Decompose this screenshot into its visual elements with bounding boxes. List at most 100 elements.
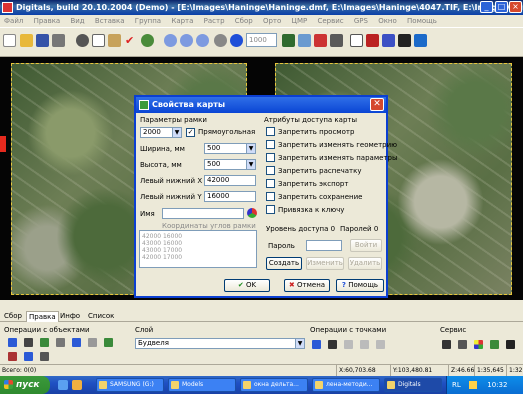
delete-object-icon[interactable] — [8, 352, 17, 361]
minimize-button[interactable]: _ — [480, 1, 493, 13]
menu-group[interactable]: Группа — [131, 15, 165, 27]
copy-icon[interactable] — [92, 34, 105, 47]
help-button[interactable]: ? Помощь — [336, 279, 384, 292]
delete-icon[interactable]: ✔ — [125, 34, 138, 47]
menu-view[interactable]: Вид — [66, 15, 88, 27]
layer-select[interactable]: Будвеля ▼ — [135, 338, 305, 349]
deny-export-checkbox[interactable] — [266, 179, 275, 188]
ok-button[interactable]: ✔ OK — [224, 279, 270, 292]
task-models[interactable]: Models — [168, 378, 236, 392]
lower-left-y-input[interactable]: 16000 — [204, 191, 256, 202]
raster-icon[interactable] — [366, 34, 379, 47]
menu-help[interactable]: Помощь — [403, 15, 441, 27]
new-file-icon[interactable] — [3, 34, 16, 47]
menu-edit[interactable]: Правка — [30, 15, 65, 27]
deny-save-checkbox[interactable] — [266, 192, 275, 201]
quick-launch-icon[interactable] — [58, 380, 68, 390]
undo-icon[interactable] — [141, 34, 154, 47]
merge-icon[interactable] — [104, 338, 113, 347]
cut-icon[interactable] — [76, 34, 89, 47]
transform-icon[interactable] — [382, 34, 395, 47]
tab-info[interactable]: Инфо — [58, 311, 82, 322]
point-xy-icon[interactable] — [360, 340, 369, 349]
task-digitals[interactable]: Digitals — [384, 378, 442, 392]
copy-object-icon[interactable] — [56, 338, 65, 347]
tab-edit[interactable]: Правка — [26, 311, 59, 322]
login-button[interactable]: Войти — [350, 239, 382, 252]
select-icon[interactable] — [350, 34, 363, 47]
menu-file[interactable]: Файл — [0, 15, 27, 27]
chevron-down-icon[interactable]: ▼ — [246, 144, 255, 153]
settings-icon[interactable] — [442, 340, 451, 349]
grid-icon[interactable] — [330, 34, 343, 47]
tab-collect[interactable]: Сбор — [2, 311, 24, 322]
print-icon[interactable] — [52, 34, 65, 47]
menu-gps[interactable]: GPS — [350, 15, 372, 27]
tab-list[interactable]: Список — [86, 311, 116, 322]
corners-list[interactable]: 42000 16000 43000 16000 43000 17000 4200… — [139, 230, 257, 268]
info-icon[interactable] — [230, 34, 243, 47]
rectangular-checkbox[interactable]: ✓ — [186, 128, 195, 137]
lower-left-x-input[interactable]: 42000 — [204, 175, 256, 186]
menu-ortho[interactable]: Орто — [259, 15, 285, 27]
tools-icon[interactable] — [506, 340, 515, 349]
menu-raster[interactable]: Растр — [200, 15, 229, 27]
layers-icon[interactable] — [282, 34, 295, 47]
deny-print-checkbox[interactable] — [266, 166, 275, 175]
color-icon[interactable] — [474, 340, 483, 349]
chevron-down-icon[interactable]: ▼ — [172, 128, 181, 137]
tray-icon[interactable] — [469, 381, 477, 389]
offset-icon[interactable] — [40, 352, 49, 361]
cancel-button[interactable]: ✖ Отмена — [284, 279, 330, 292]
task-lena[interactable]: лена-методи... — [312, 378, 380, 392]
menu-window[interactable]: Окно — [374, 15, 401, 27]
task-windows-delta[interactable]: окна дельта... — [240, 378, 308, 392]
create-button[interactable]: Создать — [266, 257, 302, 270]
move-icon[interactable] — [8, 338, 17, 347]
align-icon[interactable] — [24, 352, 33, 361]
curve-icon[interactable] — [398, 34, 411, 47]
dialog-title-bar[interactable]: Свойства карты — [136, 97, 386, 113]
window-title-bar[interactable]: Digitals, build 20.10.2004 (Demo) - [E:\… — [0, 0, 523, 15]
deny-view-checkbox[interactable] — [266, 127, 275, 136]
layers-panel-icon[interactable] — [458, 340, 467, 349]
password-input[interactable] — [306, 240, 342, 251]
close-button[interactable]: × — [509, 1, 522, 13]
width-select[interactable]: 500 ▼ — [204, 143, 256, 154]
point-z-icon[interactable] — [376, 340, 385, 349]
chevron-down-icon[interactable]: ▼ — [246, 160, 255, 169]
dialog-close-button[interactable]: ✕ — [370, 98, 384, 111]
delete-button[interactable]: Удалить — [348, 257, 382, 270]
open-folder-icon[interactable] — [20, 34, 33, 47]
key-binding-checkbox[interactable] — [266, 205, 275, 214]
zoom-window-icon[interactable] — [180, 34, 193, 47]
properties-icon[interactable] — [314, 34, 327, 47]
save-icon[interactable] — [36, 34, 49, 47]
table-icon[interactable] — [298, 34, 311, 47]
chevron-down-icon[interactable]: ▼ — [295, 339, 304, 348]
scale-object-icon[interactable] — [88, 338, 97, 347]
rotate-icon[interactable] — [40, 338, 49, 347]
frame-scale-select[interactable]: 2000 ▼ — [140, 127, 182, 138]
menu-collect[interactable]: Сбор — [231, 15, 257, 27]
pan-icon[interactable] — [214, 34, 227, 47]
app-icon[interactable] — [2, 2, 13, 13]
clock[interactable]: 10:32 — [479, 381, 507, 389]
height-select[interactable]: 500 ▼ — [204, 159, 256, 170]
menu-dem[interactable]: ЦМР — [288, 15, 312, 27]
language-indicator[interactable]: RL — [447, 381, 461, 389]
point-move-icon[interactable] — [312, 340, 321, 349]
mirror-icon[interactable] — [72, 338, 81, 347]
menu-insert[interactable]: Вставка — [91, 15, 129, 27]
palette-icon[interactable] — [247, 208, 257, 218]
split-icon[interactable] — [24, 338, 33, 347]
name-input[interactable] — [162, 208, 244, 219]
measure-icon[interactable] — [414, 34, 427, 47]
task-samsung[interactable]: SAMSUNG (G:) — [96, 378, 164, 392]
scale-input[interactable]: 1000 — [246, 33, 277, 47]
grid-tool-icon[interactable] — [490, 340, 499, 349]
deny-geometry-checkbox[interactable] — [266, 140, 275, 149]
maximize-button[interactable]: □ — [495, 1, 508, 13]
point-delete-icon[interactable] — [344, 340, 353, 349]
change-button[interactable]: Изменить — [306, 257, 344, 270]
